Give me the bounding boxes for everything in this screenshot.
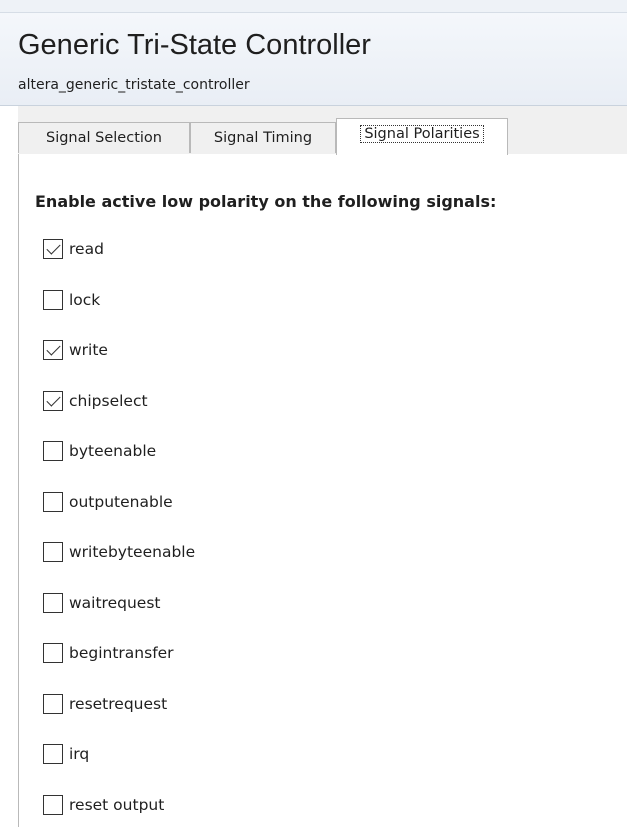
- checkbox[interactable]: [43, 239, 63, 259]
- tab-signal-timing[interactable]: Signal Timing: [190, 122, 336, 153]
- signal-checkbox-reset-output[interactable]: reset output: [43, 794, 164, 816]
- tab-label: Signal Polarities: [360, 125, 484, 143]
- checkbox-label: reset output: [69, 795, 165, 814]
- polarities-pane: Enable active low polarity on the follow…: [18, 154, 627, 827]
- checkbox[interactable]: [43, 542, 63, 562]
- checkbox-label: byteenable: [69, 442, 157, 460]
- polarities-heading: Enable active low polarity on the follow…: [35, 192, 497, 211]
- checkbox-label: waitrequest: [69, 593, 161, 612]
- checkbox[interactable]: [43, 643, 63, 663]
- checkbox[interactable]: [43, 693, 63, 714]
- signal-checkbox-chipselect[interactable]: chipselect: [43, 390, 148, 412]
- signal-checkbox-read[interactable]: read: [43, 238, 104, 260]
- signal-checkbox-irq[interactable]: irq: [43, 743, 89, 765]
- checkbox-label: lock: [69, 290, 101, 309]
- checkbox-label: writebyteenable: [69, 543, 196, 561]
- checkbox[interactable]: [43, 744, 63, 764]
- tab-bar: Signal Selection Signal Timing Signal Po…: [18, 118, 627, 166]
- checkbox-label: chipselect: [69, 391, 148, 410]
- tab-signal-polarities[interactable]: Signal Polarities: [336, 118, 508, 155]
- component-subtitle: altera_generic_tristate_controller: [18, 77, 250, 93]
- signal-checkbox-writebyteenable[interactable]: writebyteenable: [43, 541, 195, 563]
- checkbox[interactable]: [43, 340, 63, 360]
- checkbox[interactable]: [43, 794, 63, 815]
- tab-signal-selection[interactable]: Signal Selection: [18, 122, 190, 153]
- checkbox[interactable]: [43, 289, 63, 310]
- component-header: Generic Tri-State Controller altera_gene…: [0, 13, 627, 106]
- checkbox[interactable]: [43, 592, 63, 613]
- signal-checkbox-byteenable[interactable]: byteenable: [43, 440, 156, 462]
- checkbox-label: read: [69, 240, 104, 258]
- tab-label: Signal Timing: [213, 130, 313, 146]
- checkbox[interactable]: [43, 390, 63, 411]
- signal-checkbox-begintransfer[interactable]: begintransfer: [43, 642, 174, 664]
- checkbox-label: irq: [69, 745, 90, 763]
- checkbox-label: write: [69, 341, 108, 359]
- signal-checkbox-lock[interactable]: lock: [43, 289, 100, 311]
- component-title: Generic Tri-State Controller: [18, 29, 371, 61]
- signal-checkbox-outputenable[interactable]: outputenable: [43, 491, 173, 513]
- signal-checkbox-waitrequest[interactable]: waitrequest: [43, 592, 160, 614]
- signal-checkbox-resetrequest[interactable]: resetrequest: [43, 693, 167, 715]
- checkbox-label: begintransfer: [69, 644, 174, 662]
- checkbox[interactable]: [43, 491, 63, 512]
- signal-checkbox-write[interactable]: write: [43, 339, 108, 361]
- parameter-panel: Signal Selection Signal Timing Signal Po…: [18, 106, 627, 827]
- window-top-strip: [0, 0, 627, 13]
- checkbox-label: resetrequest: [69, 694, 168, 713]
- checkbox-label: outputenable: [69, 492, 173, 511]
- tab-label: Signal Selection: [46, 130, 162, 146]
- checkbox[interactable]: [43, 441, 63, 461]
